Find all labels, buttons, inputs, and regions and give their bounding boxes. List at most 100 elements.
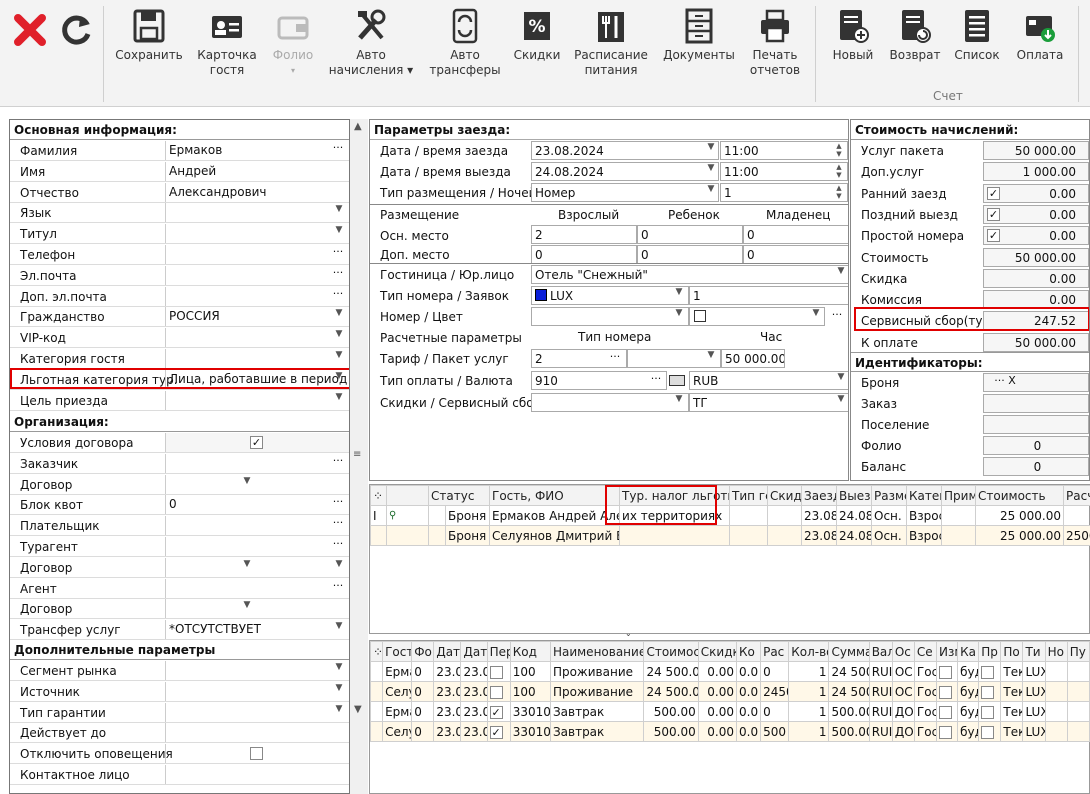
checkin-date-input[interactable]: 23.08.2024	[531, 141, 719, 160]
column-header[interactable]: Статус	[427, 485, 491, 506]
time-spin-icon[interactable]: ▲ ▼	[830, 163, 848, 181]
main-child-input[interactable]: 0	[637, 225, 743, 244]
column-header[interactable]: Скидк	[697, 641, 737, 662]
chevron-down-icon[interactable]: ▼	[330, 225, 348, 243]
table-row[interactable]: Селу023.023.0100Проживание24 500.000.000…	[369, 681, 1090, 702]
checkout-date-input[interactable]: 24.08.2024	[531, 162, 719, 181]
field-value[interactable]	[165, 599, 349, 619]
field-value[interactable]	[165, 474, 349, 494]
guest-card-button[interactable]: Карточка гостя	[192, 8, 262, 78]
ellipsis-button[interactable]: ···	[328, 287, 348, 305]
field-value[interactable]	[165, 245, 349, 264]
checkbox[interactable]	[489, 685, 503, 699]
field-value[interactable]	[165, 578, 349, 598]
discounts-button[interactable]: % Скидки	[510, 8, 564, 63]
discount-select[interactable]	[531, 393, 689, 412]
column-header[interactable]: Заезд	[801, 485, 838, 506]
column-header[interactable]: Стоимост	[643, 641, 699, 662]
chevron-down-icon[interactable]: ▼	[670, 287, 688, 305]
column-header[interactable]: Дат	[433, 641, 462, 662]
left-panel-scrollbar[interactable]: ▲ ≡ ▼	[350, 119, 368, 794]
column-header[interactable]: Стоимость	[975, 485, 1065, 506]
ellipsis-button[interactable]: ···	[328, 454, 348, 472]
keyboard-icon[interactable]	[669, 375, 685, 386]
field-value[interactable]: Андрей	[165, 161, 349, 181]
column-header[interactable]: Пр	[978, 641, 1002, 662]
chevron-down-icon[interactable]: ▼	[330, 392, 348, 410]
chevron-down-icon[interactable]: ▼	[807, 308, 825, 326]
column-header[interactable]: Кол-во	[788, 641, 830, 662]
checkbox[interactable]	[981, 705, 995, 719]
field-value[interactable]: Александрович	[165, 182, 349, 202]
new-invoice-button[interactable]: Новый	[826, 8, 880, 63]
chevron-down-icon[interactable]: ▼	[330, 683, 348, 701]
field-value[interactable]: РОССИЯ	[165, 307, 349, 327]
field-value[interactable]	[165, 265, 349, 285]
column-header[interactable]: Расче	[1063, 485, 1090, 506]
table-row[interactable]: Селу023.023.0✓33010Завтрак500.000.000.05…	[369, 721, 1090, 742]
checkbox[interactable]	[250, 747, 263, 761]
checkbox[interactable]	[981, 685, 995, 699]
chevron-down-icon[interactable]: ▼	[330, 308, 348, 326]
field-value[interactable]	[165, 723, 349, 743]
column-header[interactable]: Выезд	[836, 485, 873, 506]
checkbox[interactable]	[939, 705, 953, 719]
column-header[interactable]: Тип гс	[729, 485, 769, 506]
checkbox[interactable]	[939, 725, 953, 739]
chevron-down-icon[interactable]: ▼	[702, 163, 720, 181]
placement-type-select[interactable]: Номер	[531, 183, 719, 202]
nights-input[interactable]: 1	[720, 183, 848, 202]
table-row[interactable]: I⚲БроняЕрмаков Андрей Алексих территория…	[370, 505, 1090, 526]
column-header[interactable]: Гост	[382, 641, 413, 662]
chevron-down-icon[interactable]: ▼	[238, 476, 256, 494]
collapse-icon[interactable]: ⌄	[625, 629, 632, 638]
scroll-up-icon[interactable]: ▲	[354, 121, 362, 132]
meal-schedule-button[interactable]: Расписание питания	[570, 8, 652, 78]
column-header[interactable]: Ти	[1022, 641, 1046, 662]
chevron-down-icon[interactable]: ▼	[330, 350, 348, 368]
field-value[interactable]	[165, 557, 349, 577]
column-header[interactable]: Ко	[735, 641, 762, 662]
column-header[interactable]: Фо.	[411, 641, 435, 662]
table-row[interactable]: Ерма023.023.0100Проживание24 500.000.000…	[369, 661, 1090, 682]
time-spin-icon[interactable]: ▲ ▼	[830, 142, 848, 160]
field-value[interactable]	[165, 286, 349, 306]
chevron-down-icon[interactable]: ▼	[670, 394, 688, 412]
chevron-down-icon[interactable]: ▼	[330, 559, 348, 577]
ellipsis-button[interactable]: ···	[328, 245, 348, 263]
column-header[interactable]: Рас	[760, 641, 790, 662]
room-select[interactable]	[531, 307, 689, 326]
chevron-down-icon[interactable]: ▼	[832, 372, 848, 390]
column-header[interactable]: Пу	[1066, 641, 1090, 662]
checkbox[interactable]	[981, 665, 995, 679]
field-value[interactable]	[165, 537, 349, 556]
checkout-time-input[interactable]: 11:00	[720, 162, 848, 181]
field-value[interactable]	[165, 224, 349, 244]
field-value[interactable]	[165, 390, 349, 410]
service-fee-select[interactable]: ТГ	[689, 393, 848, 412]
checkbox[interactable]: ✓	[987, 207, 1000, 221]
hotel-select[interactable]: Отель "Снежный"	[531, 265, 848, 284]
ellipsis-button[interactable]: ···	[328, 579, 348, 597]
chevron-down-icon[interactable]: ▼	[330, 621, 348, 639]
field-value[interactable]	[165, 349, 349, 368]
close-icon[interactable]	[12, 12, 48, 48]
ellipsis-button[interactable]: ···	[328, 266, 348, 284]
checkbox[interactable]: ✓	[987, 186, 1000, 200]
chevron-down-icon[interactable]: ▼	[702, 350, 720, 368]
splitter-grip-icon[interactable]: ≡	[353, 449, 361, 460]
chevron-down-icon[interactable]: ▼	[330, 704, 348, 722]
main-infant-input[interactable]: 0	[743, 225, 848, 244]
checkbox[interactable]	[939, 665, 953, 679]
ellipsis-button[interactable]: ···	[328, 537, 348, 555]
column-header[interactable]: Катег	[906, 485, 943, 506]
column-header[interactable]: Скид	[767, 485, 803, 506]
chevron-down-icon[interactable]: ▼	[238, 600, 256, 618]
column-header[interactable]: Изм	[936, 641, 959, 662]
ellipsis-button[interactable]: ···	[328, 141, 348, 159]
chevron-down-icon[interactable]: ▼	[670, 308, 688, 326]
column-header[interactable]: Ос	[891, 641, 915, 662]
field-value[interactable]	[165, 681, 349, 701]
chevron-down-icon[interactable]: ▼	[238, 559, 256, 577]
chevron-down-icon[interactable]: ▼	[702, 142, 720, 160]
